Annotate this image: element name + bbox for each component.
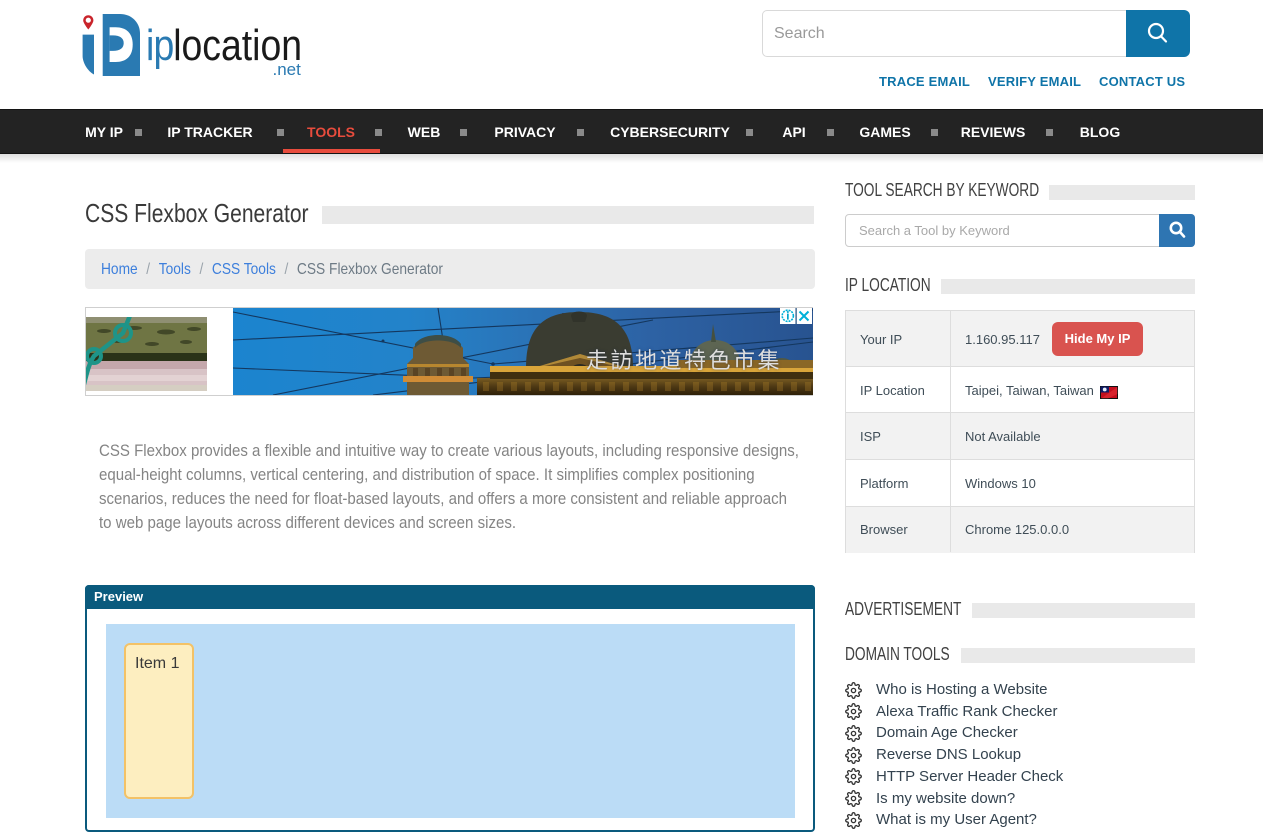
svg-text:.net: .net — [273, 60, 302, 79]
svg-text:ip: ip — [146, 20, 173, 70]
